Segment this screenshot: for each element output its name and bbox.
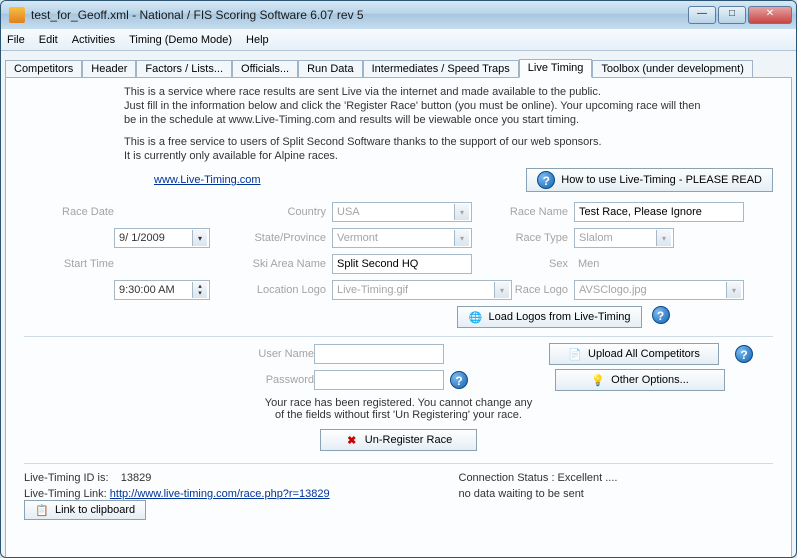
lightbulb-icon: 💡 <box>591 373 605 387</box>
tab-officials[interactable]: Officials... <box>232 60 298 78</box>
start-time-spinner[interactable]: 9:30:00 AM ▴▾ <box>114 280 210 300</box>
sex-value: Men <box>574 258 744 270</box>
upload-icon: 📄 <box>568 347 582 361</box>
globe-icon: 🌐 <box>468 310 482 324</box>
link-to-clipboard-button[interactable]: 📋 Link to clipboard <box>24 500 146 520</box>
help-load-logos[interactable]: ? <box>652 306 670 324</box>
help-credentials[interactable]: ? <box>450 371 468 389</box>
window-title: test_for_Geoff.xml - National / FIS Scor… <box>31 8 688 22</box>
chevron-down-icon: ▾ <box>454 204 469 220</box>
how-to-button[interactable]: ? How to use Live-Timing - PLEASE READ <box>526 168 773 192</box>
lt-link-label: Live-Timing Link: <box>24 488 107 500</box>
country-dropdown[interactable]: USA ▾ <box>332 202 472 222</box>
clipboard-icon: 📋 <box>35 503 49 517</box>
maximize-button[interactable]: □ <box>718 6 746 24</box>
password-input[interactable] <box>314 370 444 390</box>
label-race-name: Race Name <box>478 206 568 218</box>
chevron-down-icon: ▾ <box>192 230 207 246</box>
help-upload-all[interactable]: ? <box>735 345 753 363</box>
minimize-button[interactable]: — <box>688 6 716 24</box>
state-dropdown[interactable]: Vermont ▾ <box>332 228 472 248</box>
user-name-input[interactable] <box>314 344 444 364</box>
label-race-date: Race Date <box>24 206 114 218</box>
menu-help[interactable]: Help <box>246 34 269 46</box>
race-type-dropdown[interactable]: Slalom ▾ <box>574 228 674 248</box>
load-logos-button[interactable]: 🌐 Load Logos from Live-Timing <box>457 306 641 328</box>
label-password: Password <box>24 374 314 386</box>
live-timing-panel: This is a service where race results are… <box>5 77 792 558</box>
tab-live-timing[interactable]: Live Timing <box>519 59 593 78</box>
chevron-down-icon: ▾ <box>656 230 671 246</box>
data-status: no data waiting to be sent <box>459 488 774 500</box>
help-icon: ? <box>537 171 555 189</box>
tab-toolbox[interactable]: Toolbox (under development) <box>592 60 752 78</box>
menu-file[interactable]: File <box>7 34 25 46</box>
menu-bar: File Edit Activities Timing (Demo Mode) … <box>1 29 796 51</box>
menu-timing[interactable]: Timing (Demo Mode) <box>129 34 232 46</box>
upload-all-button[interactable]: 📄 Upload All Competitors <box>549 343 719 365</box>
lt-id-label: Live-Timing ID is: <box>24 472 109 484</box>
label-start-time: Start Time <box>24 258 114 270</box>
tab-competitors[interactable]: Competitors <box>5 60 82 78</box>
tab-intermediates[interactable]: Intermediates / Speed Traps <box>363 60 519 78</box>
unregister-button[interactable]: ✖ Un-Register Race <box>320 429 477 451</box>
tab-run-data[interactable]: Run Data <box>298 60 362 78</box>
race-logo-dropdown[interactable]: AVSClogo.jpg ▾ <box>574 280 744 300</box>
connection-status: Connection Status : Excellent .... <box>459 472 774 484</box>
label-race-type: Race Type <box>478 232 568 244</box>
label-user-name: User Name <box>24 348 314 360</box>
label-sex: Sex <box>478 258 568 270</box>
label-state: State/Province <box>216 232 326 244</box>
ski-area-input[interactable] <box>332 254 472 274</box>
registered-message: Your race has been registered. You canno… <box>24 397 773 421</box>
other-options-button[interactable]: 💡 Other Options... <box>555 369 725 391</box>
label-country: Country <box>216 206 326 218</box>
unregister-icon: ✖ <box>345 433 359 447</box>
app-icon <box>9 7 25 23</box>
race-date-picker[interactable]: 9/ 1/2009 ▾ <box>114 228 210 248</box>
chevron-down-icon: ▾ <box>454 230 469 246</box>
chevron-down-icon: ▾ <box>726 282 741 298</box>
label-location-logo: Location Logo <box>216 284 326 296</box>
menu-activities[interactable]: Activities <box>72 34 115 46</box>
title-bar: test_for_Geoff.xml - National / FIS Scor… <box>1 1 796 29</box>
tab-header[interactable]: Header <box>82 60 136 78</box>
tab-strip: Competitors Header Factors / Lists... Of… <box>5 55 792 77</box>
live-timing-link[interactable]: www.Live-Timing.com <box>154 174 261 186</box>
lt-link-url[interactable]: http://www.live-timing.com/race.php?r=13… <box>110 488 330 500</box>
lt-id-value: 13829 <box>121 472 152 484</box>
close-button[interactable]: ✕ <box>748 6 792 24</box>
spinner-arrows-icon: ▴▾ <box>192 282 207 298</box>
label-race-logo: Race Logo <box>478 284 568 296</box>
tab-factors[interactable]: Factors / Lists... <box>136 60 232 78</box>
intro-text: This is a service where race results are… <box>124 86 744 162</box>
race-name-input[interactable] <box>574 202 744 222</box>
menu-edit[interactable]: Edit <box>39 34 58 46</box>
label-ski-area: Ski Area Name <box>216 258 326 270</box>
